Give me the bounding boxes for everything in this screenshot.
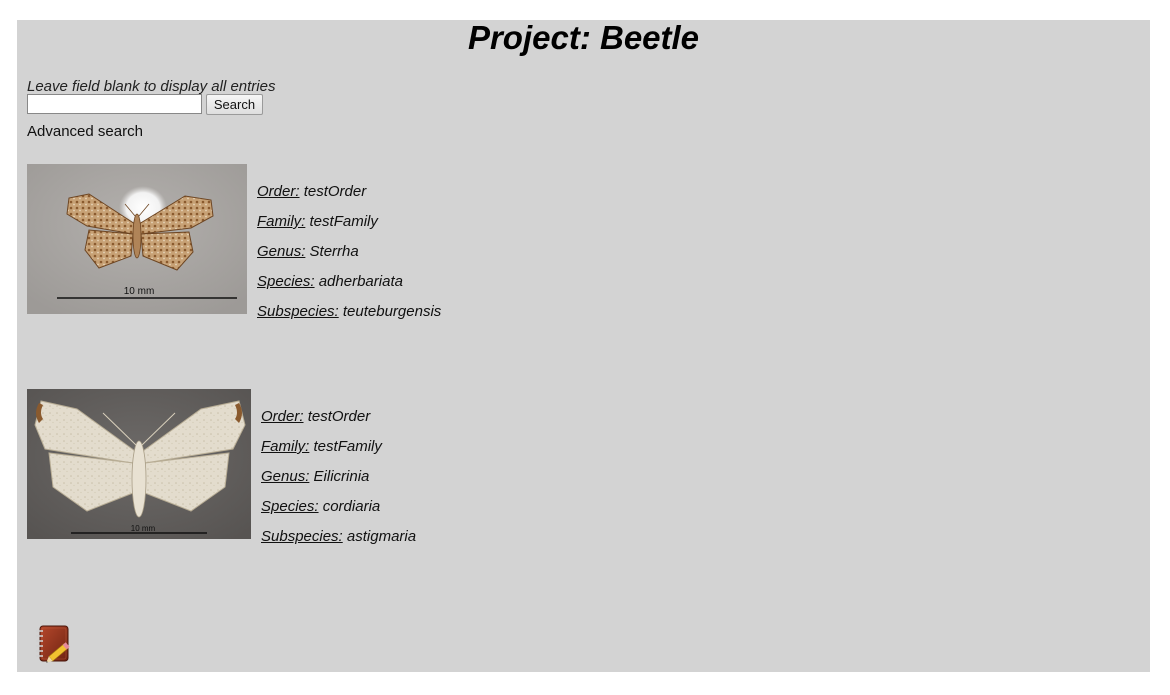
scale-bar-label: 10 mm <box>124 286 155 297</box>
field-label[interactable]: Order: <box>257 183 300 200</box>
field-value: adherbariata <box>318 273 403 290</box>
page-title: Project: Beetle <box>467 19 700 56</box>
field-label[interactable]: Family: <box>257 213 305 230</box>
field-family: Family: testFamily <box>261 437 416 467</box>
field-label[interactable]: Genus: <box>257 243 305 260</box>
moth-photo: 10 mm <box>27 164 247 314</box>
search-button[interactable]: Search <box>206 94 263 115</box>
specimen-entry: 10 mm Order: testOrder Family: testFamil… <box>27 389 527 559</box>
field-label[interactable]: Subspecies: <box>257 303 339 320</box>
field-value: testFamily <box>313 438 382 455</box>
notebook-pencil-icon[interactable] <box>32 623 74 665</box>
field-order: Order: testOrder <box>257 182 441 212</box>
field-genus: Genus: Sterrha <box>257 242 441 272</box>
search-hint: Leave field blank to display all entries <box>27 78 276 95</box>
field-value: cordiaria <box>322 498 381 515</box>
field-order: Order: testOrder <box>261 407 416 437</box>
field-value: teuteburgensis <box>342 303 442 320</box>
main-panel: Project: Beetle Leave field blank to dis… <box>17 20 1150 672</box>
field-value: Eilicrinia <box>313 468 370 485</box>
field-subspecies: Subspecies: astigmaria <box>261 527 416 557</box>
specimen-entry: 10 mm Order: testOrder Family: testFamil… <box>27 164 527 334</box>
field-species: Species: adherbariata <box>257 272 441 302</box>
taxonomy-fields: Order: testOrder Family: testFamily Genu… <box>257 182 441 332</box>
field-species: Species: cordiaria <box>261 497 416 527</box>
field-family: Family: testFamily <box>257 212 441 242</box>
field-value: testOrder <box>307 408 371 425</box>
scale-bar-label: 10 mm <box>131 524 156 533</box>
field-value: testOrder <box>303 183 367 200</box>
field-subspecies: Subspecies: teuteburgensis <box>257 302 441 332</box>
advanced-search-link[interactable]: Advanced search <box>27 123 143 140</box>
taxonomy-fields: Order: testOrder Family: testFamily Genu… <box>261 407 416 557</box>
field-label[interactable]: Species: <box>261 498 319 515</box>
specimen-image[interactable]: 10 mm <box>27 164 247 314</box>
field-label[interactable]: Order: <box>261 408 304 425</box>
field-value: astigmaria <box>346 528 417 545</box>
field-value: Sterrha <box>309 243 359 260</box>
specimen-image[interactable]: 10 mm <box>27 389 251 539</box>
field-label[interactable]: Subspecies: <box>261 528 343 545</box>
field-value: testFamily <box>309 213 378 230</box>
field-label[interactable]: Genus: <box>261 468 309 485</box>
search-input[interactable] <box>27 94 202 114</box>
field-label[interactable]: Species: <box>257 273 315 290</box>
field-genus: Genus: Eilicrinia <box>261 467 416 497</box>
field-label[interactable]: Family: <box>261 438 309 455</box>
moth-photo: 10 mm <box>27 389 251 539</box>
